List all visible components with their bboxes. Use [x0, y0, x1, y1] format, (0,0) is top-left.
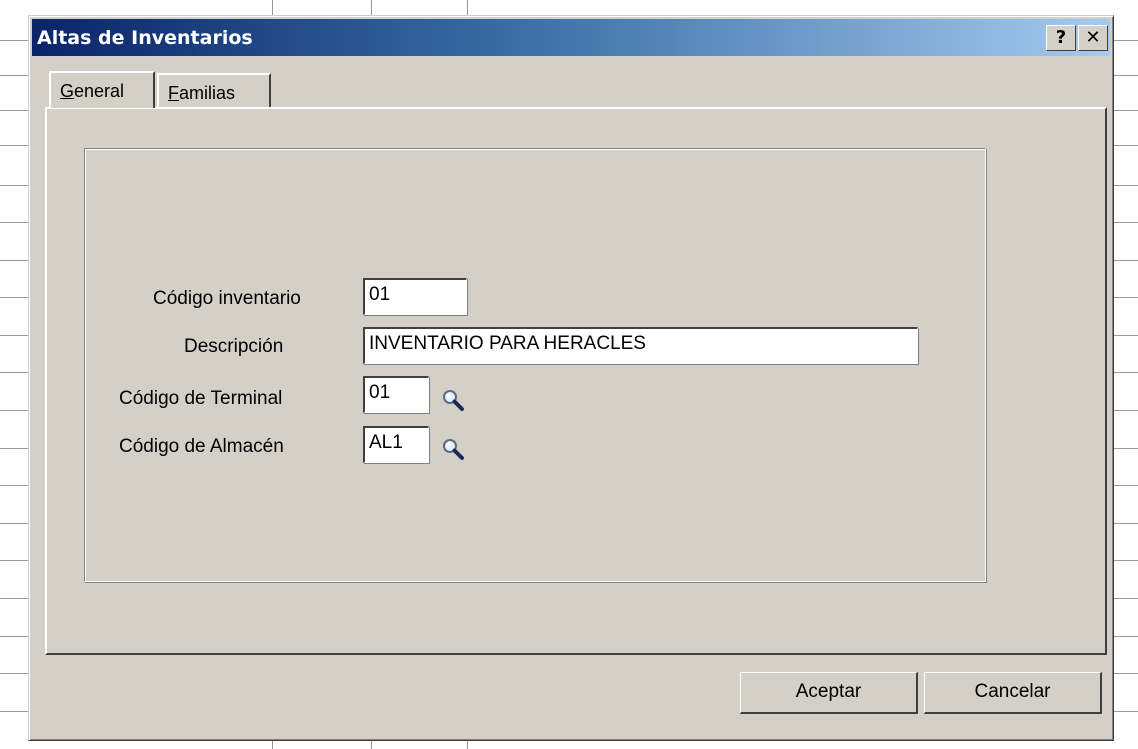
- descripcion-field[interactable]: INVENTARIO PARA HERACLES: [363, 327, 918, 364]
- tab-familias[interactable]: Familias: [157, 73, 271, 107]
- codigo-inventario-field[interactable]: 01: [363, 278, 467, 315]
- altas-inventarios-dialog: Altas de Inventarios ? ✕ General Familia…: [28, 15, 1114, 741]
- cancelar-button[interactable]: Cancelar: [924, 672, 1102, 714]
- magnifier-icon[interactable]: [441, 437, 467, 463]
- codigo-inventario-label: Código inventario: [153, 288, 301, 309]
- tab-general[interactable]: General: [49, 71, 155, 108]
- descripcion-label: Descripción: [184, 336, 284, 357]
- codigo-terminal-label: Código de Terminal: [119, 388, 283, 409]
- help-button[interactable]: ?: [1046, 25, 1076, 51]
- tab-general-label: eneral: [74, 81, 125, 101]
- title-bar[interactable]: Altas de Inventarios ? ✕: [32, 19, 1110, 56]
- magnifier-icon[interactable]: [441, 388, 467, 414]
- codigo-almacen-label: Código de Almacén: [119, 436, 284, 457]
- tab-general-accel: G: [60, 81, 75, 101]
- form-group-frame: [84, 148, 986, 582]
- close-button[interactable]: ✕: [1078, 25, 1108, 51]
- codigo-almacen-field[interactable]: AL1: [363, 426, 429, 463]
- codigo-terminal-field[interactable]: 01: [363, 376, 429, 413]
- window-title: Altas de Inventarios: [37, 27, 253, 49]
- tab-familias-label: amilias: [179, 83, 236, 103]
- aceptar-button[interactable]: Aceptar: [740, 672, 918, 714]
- tab-familias-accel: F: [168, 83, 179, 103]
